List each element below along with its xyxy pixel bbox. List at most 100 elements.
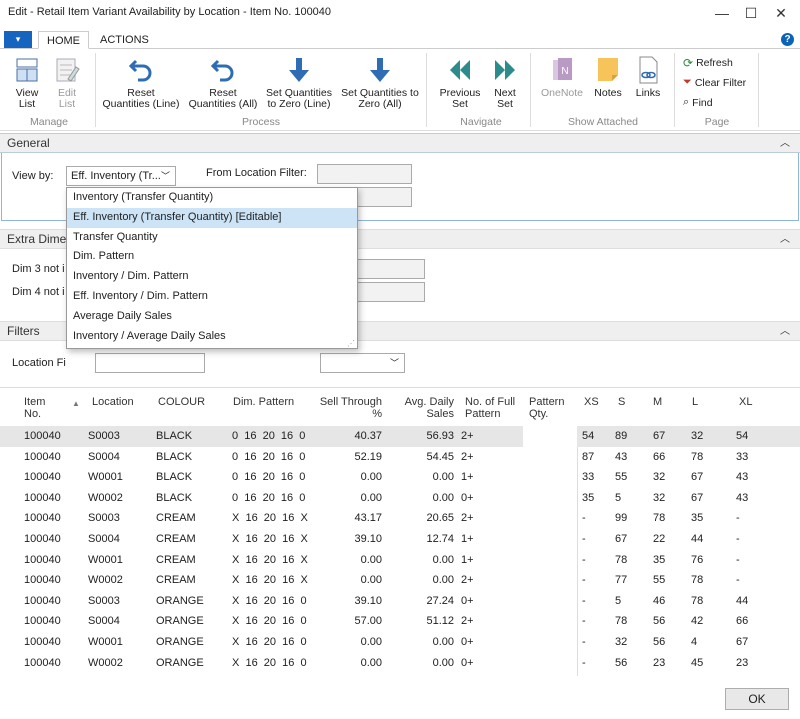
colour-filter-select[interactable]: ﹀ [320,353,405,373]
availability-table [0,387,800,388]
previous-set-button[interactable]: Previous Set [436,55,484,110]
svg-text:N: N [561,66,568,77]
table-cell: X 16 20 16 X [232,512,308,525]
table-cell: 99 [615,512,628,525]
col-header-xs[interactable]: XS [584,396,599,408]
reset-quantities-all-button[interactable]: Reset Quantities (All) [184,55,262,110]
set-zero-line-button[interactable]: Set Quantities to Zero (Line) [262,55,336,110]
links-icon [639,56,658,84]
col-header-pattern-qty[interactable]: Pattern Qty. [529,396,564,420]
tab-actions[interactable]: ACTIONS [92,31,157,49]
location-filter-label: Location Fi [12,357,66,369]
refresh-button[interactable]: ⟳ Refresh [683,56,733,70]
col-header-avg-daily-sales[interactable]: Avg. Daily Sales [392,396,454,420]
reset-quantities-line-button[interactable]: Reset Quantities (Line) [100,55,182,110]
col-header-l[interactable]: L [692,396,698,408]
tab-home[interactable]: HOME [38,31,89,49]
table-cell: 100040 [24,615,61,628]
col-header-colour[interactable]: COLOUR [158,396,205,408]
clear-filter-button[interactable]: ⏷ Clear Filter [683,76,746,89]
edit-list-button[interactable]: Edit List [48,55,86,110]
table-row[interactable]: 100040 S0004 CREAM X 16 20 16 X 39.10 12.74 1+… [0,529,800,550]
set-zero-all-button[interactable]: Set Quantities to Zero (All) [338,55,422,110]
table-cell: 2+ [461,574,474,587]
general-section-header[interactable]: General ︿ [0,133,800,153]
table-row[interactable]: 100040 S0004 ORANGE X 16 20 16 0 57.00 51.12 2… [0,611,800,632]
dropdown-option[interactable]: Inventory / Dim. Pattern [67,267,357,287]
table-row[interactable]: 100040 S0004 BLACK 0 16 20 16 0 52.19 54.45 2+… [0,447,800,468]
dropdown-option[interactable]: Inventory / Average Daily Sales [67,327,357,347]
table-row[interactable]: 100040 S0003 CREAM X 16 20 16 X 43.17 20.65 2+… [0,508,800,529]
table-cell: 51.12 [426,615,454,628]
table-cell: 57.00 [354,615,382,628]
table-cell: 0+ [461,656,474,669]
table-row[interactable]: 100040 W0001 BLACK 0 16 20 16 0 0.00 0.00 1+ 33… [0,467,800,488]
links-button[interactable]: Links [630,55,666,99]
table-cell: X 16 20 16 0 [232,656,307,669]
table-cell: S0004 [88,450,120,463]
table-row[interactable]: 100040 W0002 CREAM X 16 20 16 X 0.00 0.00 2+ - 7… [0,570,800,591]
col-header-sell-through[interactable]: Sell Through% [300,396,382,420]
help-icon[interactable]: ? [781,33,794,46]
maximize-button[interactable]: ☐ [736,2,766,24]
table-row[interactable]: 100040 W0001 CREAM X 16 20 16 X 0.00 0.00 1+ - 7… [0,550,800,571]
location-filter-input[interactable] [95,353,205,373]
previous-icon [450,60,470,80]
view-list-button[interactable]: View List [8,55,46,110]
col-header-m[interactable]: M [653,396,662,408]
table-cell: 78 [691,574,704,587]
dropdown-option[interactable]: Eff. Inventory / Dim. Pattern [67,287,357,307]
view-by-label: View by: [12,170,54,182]
table-cell: 35 [691,512,704,525]
pattern-qty-cell[interactable] [523,426,577,447]
table-cell: S0004 [88,533,120,545]
table-row[interactable]: 100040 S0003 BLACK 0 16 20 16 0 40.37 56.93 2+… [0,426,800,447]
dropdown-option[interactable]: Transfer Quantity [67,228,357,248]
table-cell: 0.00 [432,656,454,669]
resize-grip-icon[interactable]: ⋰ [347,339,355,348]
onenote-button[interactable]: N OneNote [538,55,586,99]
dropdown-option[interactable]: Inventory (Transfer Quantity) [67,188,357,208]
dropdown-option-selected[interactable]: Eff. Inventory (Transfer Quantity) [Edit… [67,207,357,228]
collapse-chevron-icon[interactable]: ︿ [780,322,790,341]
table-row[interactable]: 100040 W0002 ORANGE X 16 20 16 0 0.00 0.00 0+ -… [0,653,800,674]
col-header-item-no[interactable]: Item No. [24,396,45,420]
table-cell: 2+ [461,450,474,463]
table-cell: 87 [582,450,595,463]
notes-button[interactable]: Notes [590,55,626,99]
table-row[interactable]: 100040 S0003 ORANGE X 16 20 16 0 39.10 27.24 0… [0,591,800,612]
col-header-xl[interactable]: XL [739,396,752,408]
table-cell: 78 [615,615,628,628]
table-row[interactable]: 100040 W0002 BLACK 0 16 20 16 0 0.00 0.00 0+ 35… [0,488,800,509]
col-header-full-pattern[interactable]: No. of Full Pattern [465,396,515,420]
next-set-button[interactable]: Next Set [486,55,524,110]
minimize-button[interactable]: — [707,2,737,24]
from-location-filter-input[interactable] [317,164,412,184]
table-cell: - [582,574,586,587]
collapse-chevron-icon[interactable]: ︿ [780,230,790,249]
table-cell: 100040 [24,636,61,648]
table-cell: - [582,512,586,525]
table-row[interactable]: 100040 W0001 ORANGE X 16 20 16 0 0.00 0.00 0+ -… [0,632,800,653]
ok-button[interactable]: OK [725,688,789,710]
find-button[interactable]: ⌕ Find [683,96,713,109]
undo-arrow-icon [128,59,152,82]
dropdown-option[interactable]: Average Daily Sales [67,307,357,327]
table-cell: CREAM [156,553,196,566]
col-header-dim-pattern[interactable]: Dim. Pattern [233,396,294,408]
table-cell: 89 [615,430,628,442]
table-cell: - [736,512,740,525]
view-by-select[interactable]: Eff. Inventory (Tr... ﹀ [66,166,176,186]
col-header-s[interactable]: S [618,396,625,408]
table-cell: ORANGE [156,656,204,669]
col-header-location[interactable]: Location [92,396,134,408]
table-cell: 100040 [24,450,61,463]
close-button[interactable]: ✕ [766,2,796,24]
table-cell: X 16 20 16 0 [232,594,307,607]
table-cell: W0001 [88,553,123,566]
app-menu-button[interactable]: ▾ [4,31,32,48]
dropdown-option[interactable]: Dim. Pattern [67,247,357,267]
collapse-chevron-icon[interactable]: ︿ [780,134,790,153]
table-cell: X 16 20 16 X [232,574,308,587]
table-cell: 0.00 [360,491,382,504]
